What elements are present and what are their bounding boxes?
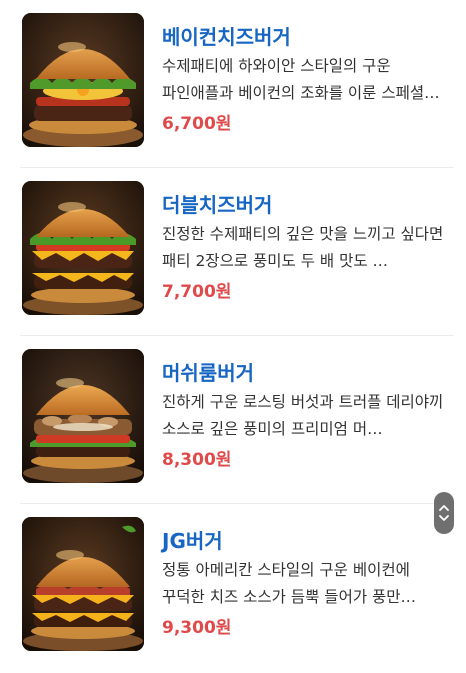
burger-photo-icon bbox=[22, 181, 144, 315]
bacon-cheese-burger-image[interactable] bbox=[22, 13, 144, 147]
menu-item-price: 7,700원 bbox=[162, 282, 232, 302]
burger-photo-icon bbox=[22, 517, 144, 651]
chevron-up-icon[interactable] bbox=[439, 504, 449, 511]
double-cheese-burger-image[interactable] bbox=[22, 181, 144, 315]
menu-item-info: 머쉬룸버거 진하게 구운 로스팅 버섯과 트러플 데리야끼 소스로 깊은 풍미의… bbox=[162, 358, 446, 474]
menu-item-info: 베이컨치즈버거 수제패티에 하와이안 스타일의 구운 파인애플과 베이컨의 조화… bbox=[162, 22, 446, 138]
menu-item-name[interactable]: 머쉬룸버거 bbox=[162, 358, 446, 388]
scroll-toggle-button[interactable] bbox=[434, 492, 454, 534]
jg-burger-image[interactable] bbox=[22, 517, 144, 651]
menu-item-price: 6,700원 bbox=[162, 114, 232, 134]
menu-item-description: 진정한 수제패티의 깊은 맛을 느끼고 싶다면 패티 2장으로 풍미도 두 배 … bbox=[162, 225, 444, 270]
menu-item[interactable]: JG버거 정통 아메리칸 스타일의 구운 베이컨에 꾸덕한 치즈 소스가 듬뿍 … bbox=[0, 504, 466, 672]
menu-list: 베이컨치즈버거 수제패티에 하와이안 스타일의 구운 파인애플과 베이컨의 조화… bbox=[0, 0, 466, 672]
mushroom-burger-image[interactable] bbox=[22, 349, 144, 483]
menu-item-price: 8,300원 bbox=[162, 450, 232, 470]
menu-item-description: 정통 아메리칸 스타일의 구운 베이컨에 꾸덕한 치즈 소스가 듬뿍 들어가 풍… bbox=[162, 561, 417, 606]
menu-item-description: 수제패티에 하와이안 스타일의 구운 파인애플과 베이컨의 조화를 이룬 스페셜… bbox=[162, 57, 440, 102]
chevron-down-icon[interactable] bbox=[439, 515, 449, 522]
menu-item-info: JG버거 정통 아메리칸 스타일의 구운 베이컨에 꾸덕한 치즈 소스가 듬뿍 … bbox=[162, 526, 446, 642]
menu-item-name[interactable]: JG버거 bbox=[162, 526, 446, 556]
menu-item[interactable]: 머쉬룸버거 진하게 구운 로스팅 버섯과 트러플 데리야끼 소스로 깊은 풍미의… bbox=[0, 336, 466, 504]
burger-photo-icon bbox=[22, 349, 144, 483]
menu-item-price: 9,300원 bbox=[162, 618, 232, 638]
menu-item-description: 진하게 구운 로스팅 버섯과 트러플 데리야끼 소스로 깊은 풍미의 프리미엄 … bbox=[162, 393, 444, 438]
menu-item[interactable]: 더블치즈버거 진정한 수제패티의 깊은 맛을 느끼고 싶다면 패티 2장으로 풍… bbox=[0, 168, 466, 336]
burger-photo-icon bbox=[22, 13, 144, 147]
menu-item-info: 더블치즈버거 진정한 수제패티의 깊은 맛을 느끼고 싶다면 패티 2장으로 풍… bbox=[162, 190, 446, 306]
menu-item[interactable]: 베이컨치즈버거 수제패티에 하와이안 스타일의 구운 파인애플과 베이컨의 조화… bbox=[0, 0, 466, 168]
menu-item-name[interactable]: 더블치즈버거 bbox=[162, 190, 446, 220]
menu-item-name[interactable]: 베이컨치즈버거 bbox=[162, 22, 446, 52]
